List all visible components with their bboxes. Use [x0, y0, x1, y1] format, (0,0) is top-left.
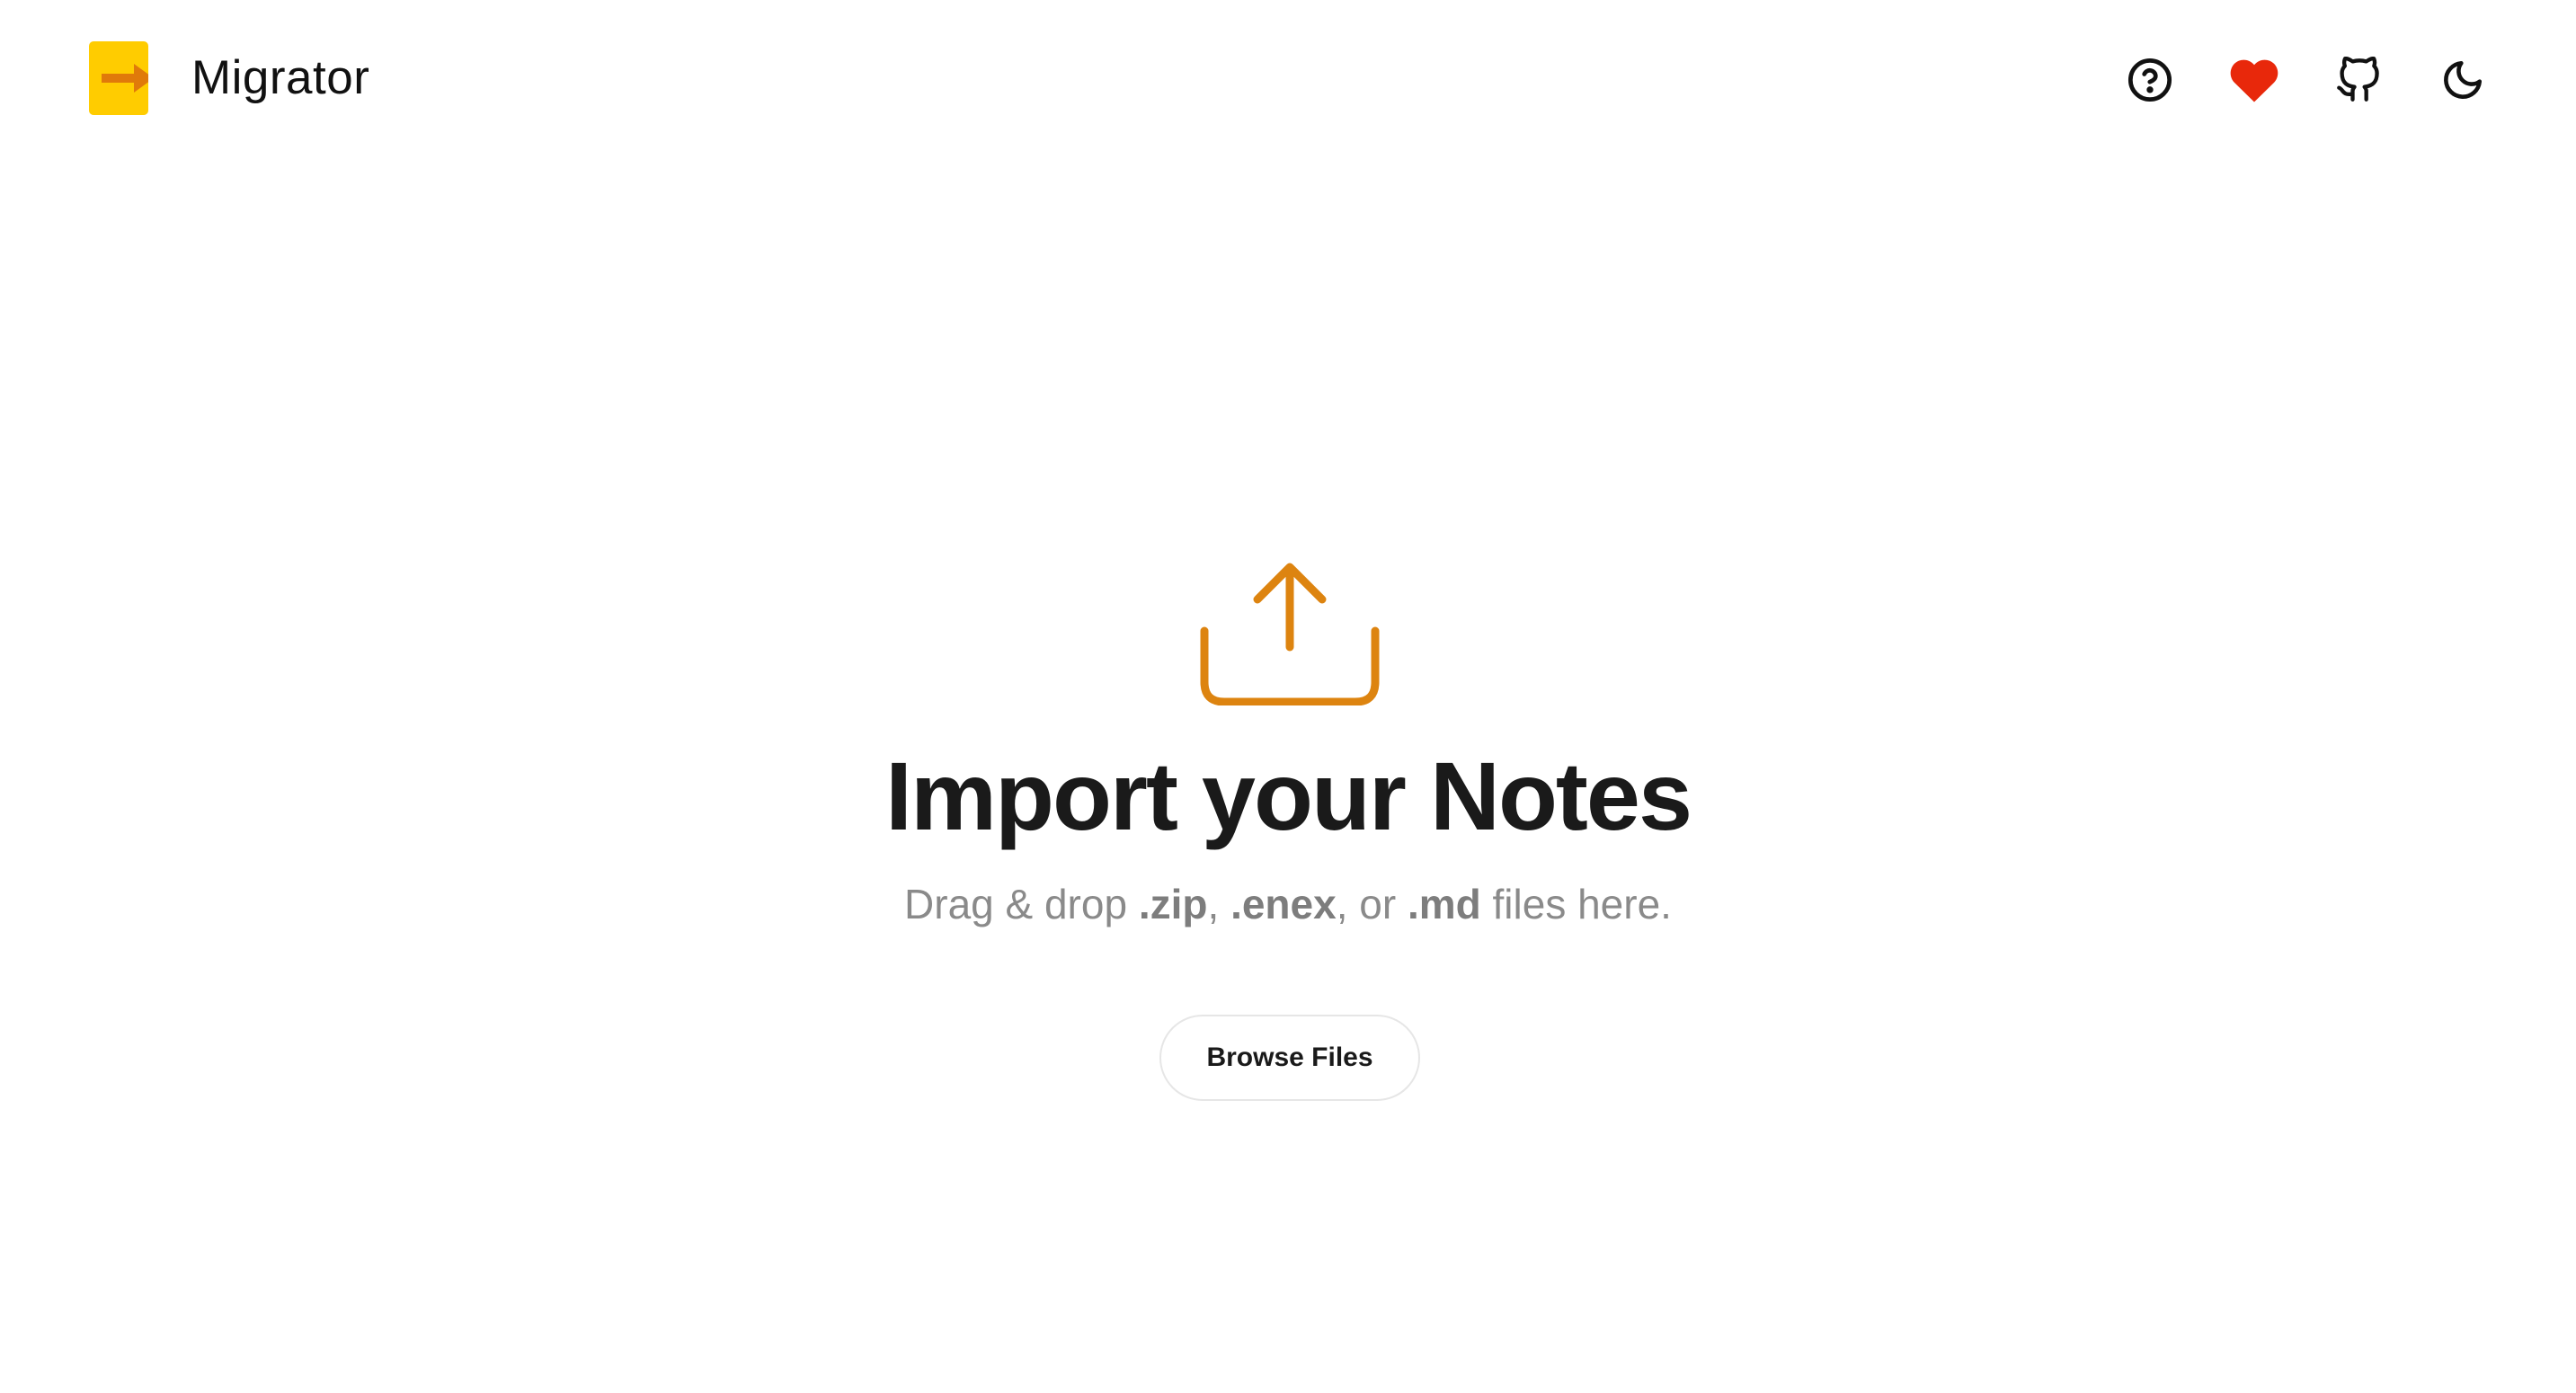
help-circle-icon — [2127, 58, 2172, 102]
heart-icon — [2230, 59, 2278, 102]
header-actions — [2082, 44, 2499, 116]
github-icon — [2337, 57, 2379, 102]
app-logo-icon — [89, 41, 148, 115]
upload-icon — [1200, 563, 1380, 705]
theme-toggle-button[interactable] — [2427, 44, 2499, 116]
app-name: Migrator — [191, 51, 370, 104]
sponsor-button[interactable] — [2218, 44, 2290, 116]
ext-md: .md — [1407, 881, 1481, 927]
page: Migrator Import your Notes Drag & drop .… — [0, 0, 2576, 1393]
moon-icon — [2444, 60, 2483, 99]
dropzone-title: Import your Notes — [884, 741, 1692, 850]
ext-enex: .enex — [1230, 881, 1337, 927]
subtitle-suffix: files here. — [1480, 881, 1672, 927]
browse-files-button[interactable]: Browse Files — [1159, 1015, 1420, 1101]
subtitle-prefix: Drag & drop — [904, 881, 1139, 927]
file-dropzone[interactable]: Import your Notes Drag & drop .zip, .ene… — [0, 160, 2576, 1393]
github-button[interactable] — [2323, 44, 2394, 116]
app-header: Migrator — [0, 0, 2576, 160]
subtitle-separator: , — [1207, 881, 1231, 927]
ext-zip: .zip — [1138, 881, 1208, 927]
dropzone-subtitle: Drag & drop .zip, .enex, or .md files he… — [0, 877, 2576, 931]
help-button[interactable] — [2114, 44, 2186, 116]
subtitle-separator: , or — [1336, 881, 1408, 927]
brand[interactable]: Migrator — [89, 41, 369, 115]
